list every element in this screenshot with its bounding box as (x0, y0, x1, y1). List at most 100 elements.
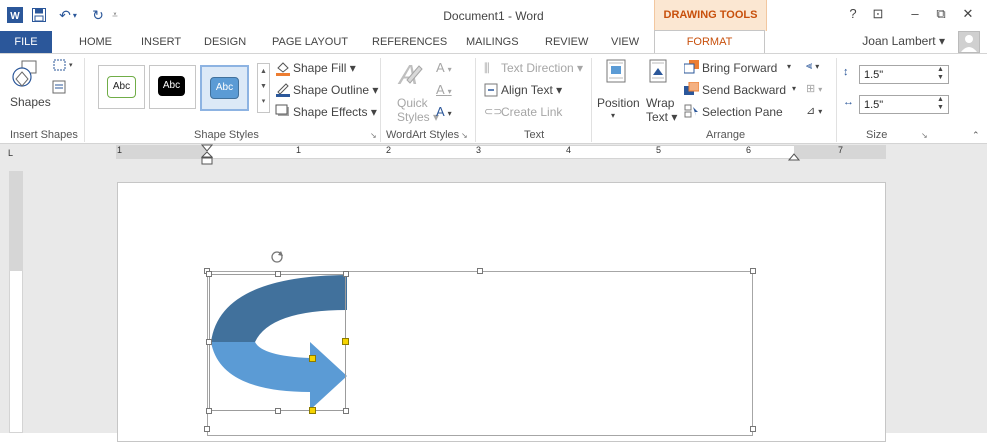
adjustment-handle[interactable] (309, 407, 316, 414)
shape-height-icon: ↕ (843, 66, 849, 78)
shapes-button-label[interactable]: Shapes (10, 95, 51, 109)
shape-resize-handle[interactable] (206, 408, 212, 414)
shape-resize-handle[interactable] (275, 408, 281, 414)
draw-text-box-icon[interactable] (52, 80, 66, 97)
tab-view[interactable]: VIEW (611, 36, 639, 48)
chevron-down-icon[interactable]: ▾ (611, 111, 615, 120)
shape-resize-handle[interactable] (343, 408, 349, 414)
position-icon[interactable] (606, 59, 626, 86)
canvas-resize-handle[interactable] (750, 268, 756, 274)
selection-pane-button[interactable]: Selection Pane (702, 105, 783, 119)
send-backward-button[interactable]: Send Backward (702, 83, 786, 97)
indent-marker-icon[interactable] (200, 144, 214, 169)
horizontal-ruler[interactable] (116, 145, 886, 159)
close-button[interactable]: ✕ (957, 6, 979, 24)
text-direction-icon: ⫼ (484, 61, 490, 75)
shape-resize-handle[interactable] (275, 271, 281, 277)
chevron-down-icon[interactable]: ▾ (787, 62, 791, 71)
style-swatch-label: Abc (210, 77, 239, 99)
shape-style-dark[interactable]: Abc (149, 65, 196, 109)
shape-fill-button[interactable]: Shape Fill ▾ (293, 61, 356, 75)
align-text-icon[interactable] (484, 83, 498, 100)
shape-style-blue-selected[interactable]: Abc (200, 65, 249, 111)
ruler-number: 5 (656, 145, 662, 155)
shape-outline-icon[interactable] (275, 81, 291, 100)
shape-width-field[interactable]: 1.5" (859, 95, 949, 114)
text-fill-icon: A ▾ (436, 60, 452, 75)
text-outline-icon: A ▾ (436, 82, 452, 97)
tab-home[interactable]: HOME (79, 36, 112, 48)
gallery-scroll-buttons[interactable]: ▲ ▼ ▾ (257, 63, 270, 113)
quick-styles-label[interactable]: Quick (397, 96, 428, 110)
tab-file[interactable]: FILE (0, 31, 52, 53)
edit-shape-icon[interactable]: ▾ (52, 58, 74, 77)
bring-forward-button[interactable]: Bring Forward (702, 61, 777, 75)
shape-width-icon: ↔ (843, 96, 854, 108)
ruler-number: 1 (296, 145, 302, 155)
tab-insert[interactable]: INSERT (141, 36, 181, 48)
help-button[interactable]: ? (842, 6, 864, 24)
canvas-resize-handle[interactable] (204, 426, 210, 432)
shapes-gallery-icon[interactable] (12, 59, 46, 94)
send-backward-icon[interactable] (684, 81, 700, 99)
tab-review[interactable]: REVIEW (545, 36, 588, 48)
tab-references[interactable]: REFERENCES (372, 36, 447, 48)
shape-style-outline[interactable]: Abc (98, 65, 145, 109)
style-swatch-label: Abc (107, 76, 136, 98)
minimize-button[interactable]: – (904, 6, 926, 24)
shape-effects-icon[interactable] (275, 104, 291, 121)
group-divider (84, 58, 85, 142)
position-button[interactable]: Position (597, 96, 640, 110)
shape-fill-icon[interactable] (275, 60, 291, 79)
text-direction-button: Text Direction ▾ (501, 61, 584, 75)
selection-pane-icon[interactable] (684, 104, 699, 121)
canvas-resize-handle[interactable] (750, 426, 756, 432)
shape-height-field[interactable]: 1.5" (859, 65, 949, 84)
text-effects-icon[interactable]: A ▾ (436, 104, 452, 119)
wrap-text-button[interactable]: Wrap (646, 96, 674, 110)
width-spinner-icon[interactable]: ▲ ▼ (937, 96, 944, 112)
adjustment-handle[interactable] (309, 355, 316, 362)
align-text-button[interactable]: Align Text ▾ (501, 83, 562, 97)
rotate-objects-icon[interactable]: ⊿ ▾ (806, 104, 822, 117)
tab-format[interactable]: FORMAT (654, 30, 765, 54)
ruler-number: 4 (566, 145, 572, 155)
dialog-launcher-icon[interactable]: ↘ (370, 131, 377, 140)
shape-resize-handle[interactable] (206, 339, 212, 345)
shape-styles-group-label: Shape Styles (194, 129, 259, 141)
shape-outline-button[interactable]: Shape Outline ▾ (293, 83, 378, 97)
wordart-styles-group-label: WordArt Styles (386, 129, 460, 141)
dialog-launcher-icon[interactable]: ↘ (921, 131, 928, 140)
dialog-launcher-icon[interactable]: ↘ (461, 131, 468, 140)
shape-resize-handle[interactable] (206, 271, 212, 277)
drawing-tools-context-label: DRAWING TOOLS (654, 0, 767, 31)
height-spinner-icon[interactable]: ▲ ▼ (937, 66, 944, 82)
wrap-text-button-2[interactable]: Text ▾ (646, 110, 677, 124)
shape-effects-button[interactable]: Shape Effects ▾ (293, 105, 377, 119)
restore-button[interactable]: ⧉ (930, 6, 952, 24)
style-swatch-label: Abc (158, 76, 185, 96)
right-indent-marker-icon[interactable] (787, 150, 801, 164)
tab-page-layout[interactable]: PAGE LAYOUT (272, 36, 348, 48)
shape-selection-box[interactable] (209, 274, 346, 411)
tab-design[interactable]: DESIGN (204, 36, 246, 48)
wrap-text-icon[interactable] (649, 59, 667, 86)
user-account[interactable]: Joan Lambert ▾ (862, 34, 945, 48)
rotation-handle-icon[interactable] (269, 249, 285, 268)
ribbon-display-options-button[interactable]: ⊡ (867, 6, 889, 24)
tab-selector[interactable]: L (8, 148, 13, 158)
avatar[interactable] (958, 31, 980, 53)
quick-styles-icon[interactable]: A (397, 58, 425, 95)
group-divider (591, 58, 592, 142)
quick-styles-label-2[interactable]: Styles ▾ (397, 110, 439, 124)
chevron-down-icon[interactable]: ▾ (792, 84, 796, 93)
bring-forward-icon[interactable] (683, 60, 699, 77)
canvas-resize-handle[interactable] (477, 268, 483, 274)
collapse-ribbon-icon[interactable]: ⌃ (972, 130, 980, 141)
tab-mailings[interactable]: MAILINGS (466, 36, 519, 48)
adjustment-handle[interactable] (342, 338, 349, 345)
ruler-number: 1 (117, 145, 123, 155)
text-group-label: Text (524, 129, 545, 141)
align-objects-icon[interactable]: ⫷ ▾ (806, 60, 819, 73)
shape-resize-handle[interactable] (343, 271, 349, 277)
